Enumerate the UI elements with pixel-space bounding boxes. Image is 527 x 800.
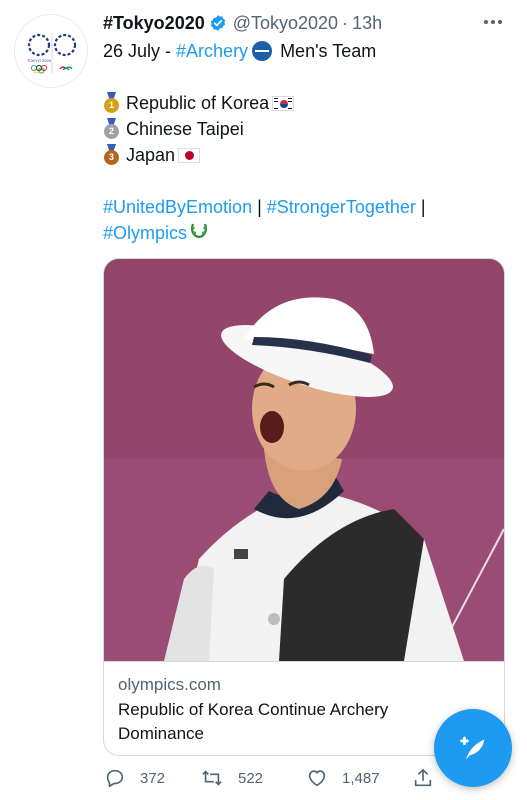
result-team: Japan bbox=[126, 145, 176, 165]
tweet-text: 26 July - #Archery Men's Team 1 Republic… bbox=[103, 38, 513, 246]
avatar-text: TOKYO 2020 bbox=[27, 58, 52, 63]
user-handle[interactable]: @Tokyo2020 bbox=[233, 10, 338, 36]
hashtag-archery[interactable]: #Archery bbox=[176, 38, 248, 64]
reply-button[interactable]: 372 bbox=[104, 764, 165, 792]
card-title: Republic of Korea Continue Archery Domin… bbox=[118, 700, 389, 743]
compose-quill-icon bbox=[460, 736, 485, 760]
compose-tweet-button[interactable] bbox=[434, 709, 512, 787]
like-button[interactable]: 1,487 bbox=[306, 764, 380, 792]
heart-icon bbox=[308, 770, 326, 787]
silver-medal-icon: 2 bbox=[103, 118, 120, 140]
gold-medal-icon: 1 bbox=[103, 92, 120, 114]
tokyo2020-logo-icon: TOKYO 2020 bbox=[27, 33, 77, 74]
more-options-icon[interactable] bbox=[478, 13, 508, 31]
event-name: Men's Team bbox=[280, 41, 377, 61]
like-count: 1,487 bbox=[342, 769, 380, 787]
hashtag-unitedbyemotion[interactable]: #UnitedByEmotion bbox=[103, 194, 252, 220]
hashtag-separator: | bbox=[415, 197, 426, 217]
link-card[interactable]: olympics.com Republic of Korea Continue … bbox=[103, 258, 505, 756]
hashtag-line-1: #UnitedByEmotion | #StrongerTogether | bbox=[103, 194, 513, 220]
date-prefix: 26 July - bbox=[103, 41, 177, 61]
event-line: 26 July - #Archery Men's Team bbox=[103, 38, 513, 64]
hashtag-line-2: #Olympics bbox=[103, 220, 513, 246]
flag-jp-icon bbox=[178, 147, 201, 163]
display-name[interactable]: #Tokyo2020 bbox=[103, 10, 205, 36]
hashtag-olympics[interactable]: #Olympics bbox=[103, 220, 187, 246]
tweet[interactable]: TOKYO 2020 #Tokyo2020 @Tokyo2020 · 13h 2… bbox=[0, 0, 527, 800]
retweet-count: 522 bbox=[238, 769, 264, 787]
card-image[interactable] bbox=[104, 259, 504, 661]
hashtag-separator: | bbox=[252, 197, 267, 217]
share-icon bbox=[414, 768, 432, 787]
reply-icon bbox=[106, 769, 124, 788]
avatar[interactable]: TOKYO 2020 bbox=[14, 14, 88, 88]
laurel-wreath-icon bbox=[189, 220, 209, 246]
result-team: Republic of Korea bbox=[126, 93, 270, 113]
flag-kr-icon bbox=[272, 95, 295, 111]
archer-photo-icon bbox=[104, 259, 504, 661]
result-team: Chinese Taipei bbox=[126, 119, 244, 139]
result-silver: 2 Chinese Taipei bbox=[103, 116, 513, 142]
timestamp[interactable]: 13h bbox=[352, 10, 382, 36]
bronze-medal-icon: 3 bbox=[103, 144, 120, 166]
tweet-header: #Tokyo2020 @Tokyo2020 · 13h bbox=[103, 10, 382, 36]
reply-count: 372 bbox=[140, 769, 166, 787]
result-bronze: 3 Japan bbox=[103, 142, 513, 168]
retweet-button[interactable]: 522 bbox=[200, 764, 263, 792]
header-separator: · bbox=[342, 13, 349, 33]
archery-icon bbox=[252, 41, 273, 61]
card-domain: olympics.com bbox=[118, 675, 221, 694]
result-gold: 1 Republic of Korea bbox=[103, 90, 513, 116]
hashtag-strongertogether[interactable]: #StrongerTogether bbox=[267, 194, 416, 220]
verified-badge-icon bbox=[209, 14, 227, 32]
retweet-icon bbox=[202, 770, 222, 786]
